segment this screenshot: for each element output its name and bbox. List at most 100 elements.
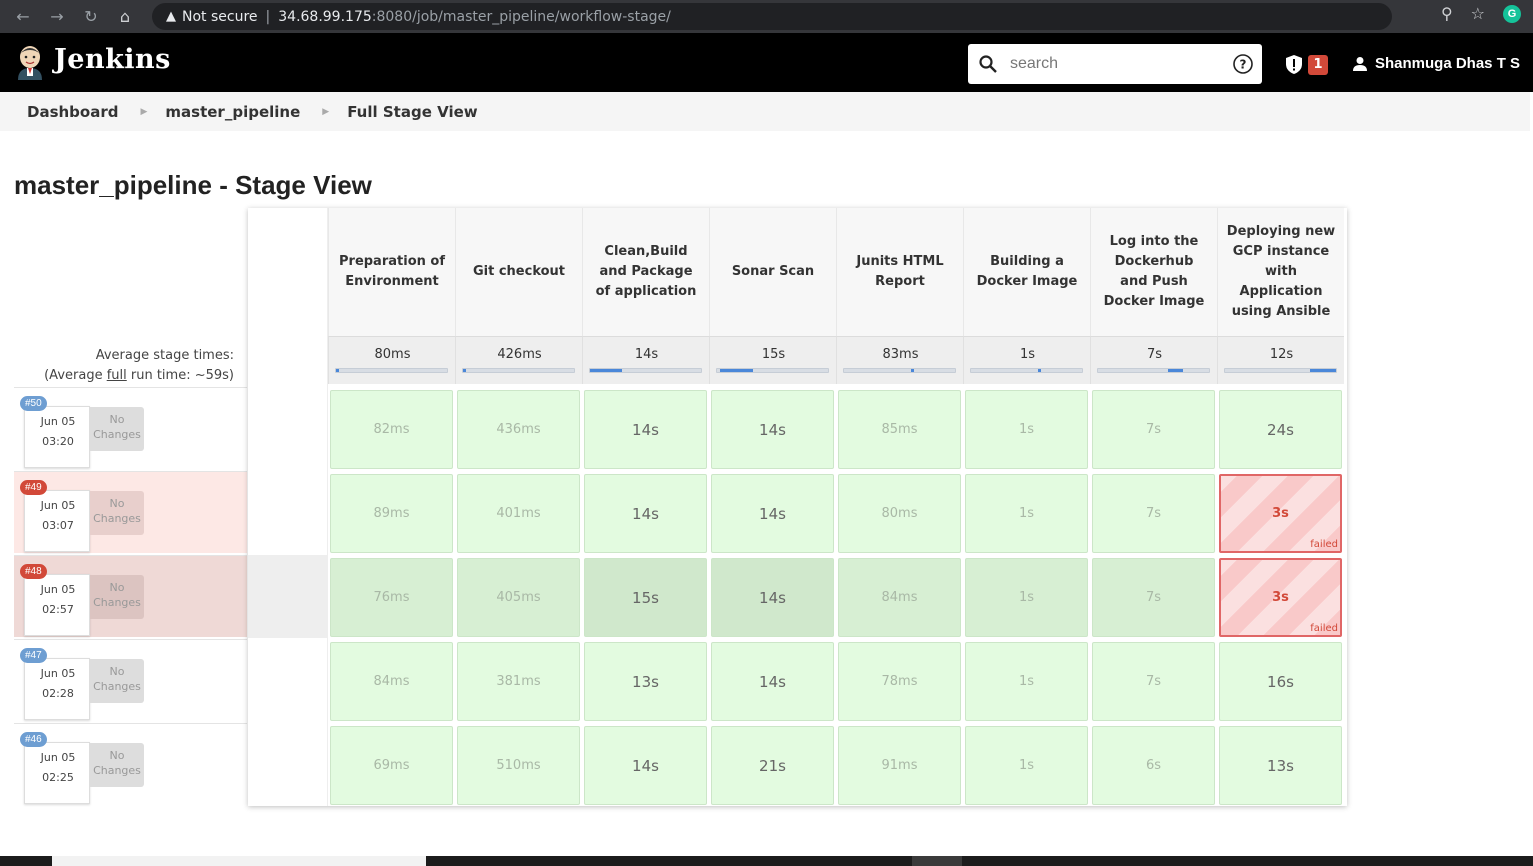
stage-cell[interactable]: 1s bbox=[965, 474, 1088, 553]
stage-cell[interactable]: 7s bbox=[1092, 558, 1215, 637]
stage-duration: 14s bbox=[759, 504, 786, 523]
search-input[interactable] bbox=[1010, 55, 1220, 73]
stage-duration: 16s bbox=[1267, 672, 1294, 691]
average-run-time: (Average full run time: ~59s) bbox=[14, 366, 234, 386]
jenkins-logo-icon[interactable] bbox=[14, 44, 46, 80]
stage-average: 83ms bbox=[836, 336, 963, 384]
bookmark-star-icon[interactable]: ☆ bbox=[1471, 4, 1485, 23]
stage-cell[interactable]: 436ms bbox=[457, 390, 580, 469]
back-icon[interactable]: ← bbox=[6, 7, 40, 26]
stage-cell[interactable]: 14s bbox=[711, 558, 834, 637]
build-card[interactable]: Jun 05 03:07 bbox=[24, 490, 90, 552]
stage-header: Preparation of Environment bbox=[328, 208, 455, 336]
security-alerts[interactable]: 1 bbox=[1284, 54, 1328, 75]
stage-duration: 3s bbox=[1272, 590, 1289, 605]
stage-average-time: 80ms bbox=[374, 347, 411, 362]
build-row[interactable]: Jun 05 02:28 No Changes #47 bbox=[14, 639, 247, 721]
breadcrumb-full-stage-view[interactable]: Full Stage View bbox=[347, 103, 477, 121]
stage-cell[interactable]: 24s bbox=[1219, 390, 1342, 469]
help-icon[interactable]: ? bbox=[1232, 53, 1254, 75]
build-card[interactable]: Jun 05 02:28 bbox=[24, 658, 90, 720]
address-bar[interactable]: ▲ Not secure | 34.68.99.175:8080/job/mas… bbox=[152, 3, 1392, 30]
build-number-badge[interactable]: #48 bbox=[20, 564, 47, 579]
no-changes-label[interactable]: No Changes bbox=[90, 659, 144, 703]
browser-toolbar: ← → ↻ ⌂ ▲ Not secure | 34.68.99.175:8080… bbox=[0, 0, 1533, 33]
zoom-icon[interactable]: ⚲ bbox=[1441, 4, 1453, 23]
stage-cell[interactable]: 1s bbox=[965, 390, 1088, 469]
stage-cell[interactable]: 82ms bbox=[330, 390, 453, 469]
stage-cell[interactable]: 21s bbox=[711, 726, 834, 805]
stage-cell[interactable]: 14s bbox=[584, 390, 707, 469]
stage-progress-track bbox=[716, 368, 829, 373]
warning-icon: ▲ bbox=[166, 9, 176, 24]
stage-cell[interactable]: 84ms bbox=[838, 558, 961, 637]
stage-cell[interactable]: 7s bbox=[1092, 474, 1215, 553]
stage-cell[interactable]: 14s bbox=[711, 474, 834, 553]
build-card[interactable]: Jun 05 03:20 bbox=[24, 406, 90, 468]
stage-cell[interactable]: 1s bbox=[965, 642, 1088, 721]
stage-duration: 381ms bbox=[496, 674, 541, 689]
taskbar-item[interactable] bbox=[912, 856, 962, 866]
stage-cell[interactable]: 16s bbox=[1219, 642, 1342, 721]
breadcrumb-master-pipeline[interactable]: master_pipeline bbox=[165, 103, 300, 121]
build-number-badge[interactable]: #47 bbox=[20, 648, 47, 663]
grammarly-extension-icon[interactable]: G bbox=[1503, 4, 1521, 23]
stage-cell[interactable]: 91ms bbox=[838, 726, 961, 805]
stage-cell[interactable]: 84ms bbox=[330, 642, 453, 721]
no-changes-label[interactable]: No Changes bbox=[90, 491, 144, 535]
stage-cell[interactable]: 85ms bbox=[838, 390, 961, 469]
jenkins-brand[interactable]: Jenkins bbox=[54, 44, 171, 75]
stage-cell[interactable]: 78ms bbox=[838, 642, 961, 721]
stage-cell[interactable]: 405ms bbox=[457, 558, 580, 637]
build-row[interactable]: Jun 05 03:07 No Changes #49 bbox=[14, 471, 247, 553]
stage-cell[interactable]: 13s bbox=[1219, 726, 1342, 805]
stage-cell[interactable]: 401ms bbox=[457, 474, 580, 553]
stage-cell[interactable]: 80ms bbox=[838, 474, 961, 553]
stage-cell[interactable]: 7s bbox=[1092, 642, 1215, 721]
stage-duration: 7s bbox=[1145, 674, 1162, 689]
full-run-link[interactable]: full bbox=[107, 368, 127, 383]
stage-average: 1s bbox=[963, 336, 1090, 384]
jenkins-header: Jenkins ? 1 Shanmuga Dhas T S bbox=[0, 33, 1533, 92]
stage-cell[interactable]: 1s bbox=[965, 558, 1088, 637]
stage-duration: 436ms bbox=[496, 422, 541, 437]
build-card[interactable]: Jun 05 02:57 bbox=[24, 574, 90, 636]
stage-cell[interactable]: 6s bbox=[1092, 726, 1215, 805]
stage-cell-failed[interactable]: 3s failed bbox=[1219, 474, 1342, 553]
home-icon[interactable]: ⌂ bbox=[108, 7, 142, 26]
stage-duration: 1s bbox=[1018, 590, 1035, 605]
stage-cell[interactable]: 510ms bbox=[457, 726, 580, 805]
user-menu[interactable]: Shanmuga Dhas T S bbox=[1352, 55, 1520, 72]
breadcrumb-dashboard[interactable]: Dashboard bbox=[27, 103, 118, 121]
no-changes-label[interactable]: No Changes bbox=[90, 743, 144, 787]
stage-cell[interactable]: 14s bbox=[711, 390, 834, 469]
reload-icon[interactable]: ↻ bbox=[74, 7, 108, 26]
stage-duration: 1s bbox=[1018, 758, 1035, 773]
forward-icon[interactable]: → bbox=[40, 7, 74, 26]
build-number-badge[interactable]: #46 bbox=[20, 732, 47, 747]
build-row[interactable]: Jun 05 02:57 No Changes #48 bbox=[14, 555, 247, 637]
no-changes-label[interactable]: No Changes bbox=[90, 575, 144, 619]
stage-cell[interactable]: 7s bbox=[1092, 390, 1215, 469]
stage-average: 426ms bbox=[455, 336, 582, 384]
page-title: master_pipeline - Stage View bbox=[14, 170, 372, 200]
stage-header: Junits HTML Report bbox=[836, 208, 963, 336]
stage-cell[interactable]: 15s bbox=[584, 558, 707, 637]
taskbar-item[interactable] bbox=[52, 856, 426, 866]
build-row[interactable]: Jun 05 03:20 No Changes #50 bbox=[14, 387, 247, 469]
build-number-badge[interactable]: #49 bbox=[20, 480, 47, 495]
build-card[interactable]: Jun 05 02:25 bbox=[24, 742, 90, 804]
stage-cell[interactable]: 381ms bbox=[457, 642, 580, 721]
stage-cell[interactable]: 13s bbox=[584, 642, 707, 721]
stage-cell[interactable]: 76ms bbox=[330, 558, 453, 637]
stage-cell[interactable]: 14s bbox=[584, 726, 707, 805]
no-changes-label[interactable]: No Changes bbox=[90, 407, 144, 451]
build-row[interactable]: Jun 05 02:25 No Changes #46 bbox=[14, 723, 247, 805]
stage-cell[interactable]: 14s bbox=[584, 474, 707, 553]
stage-cell[interactable]: 1s bbox=[965, 726, 1088, 805]
build-number-badge[interactable]: #50 bbox=[20, 396, 47, 411]
stage-cell[interactable]: 89ms bbox=[330, 474, 453, 553]
stage-cell[interactable]: 14s bbox=[711, 642, 834, 721]
stage-cell-failed[interactable]: 3s failed bbox=[1219, 558, 1342, 637]
stage-cell[interactable]: 69ms bbox=[330, 726, 453, 805]
